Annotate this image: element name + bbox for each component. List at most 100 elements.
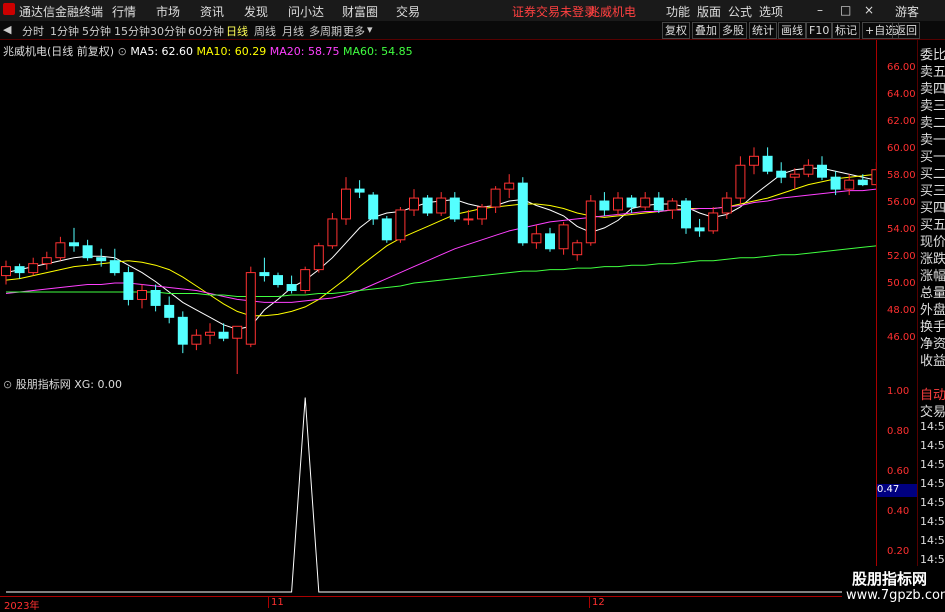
candle-body (776, 170, 787, 178)
tick-time: 14:56 (920, 477, 945, 490)
candlestick-chart[interactable]: 66.5444.81 (0, 40, 876, 374)
menu-market[interactable]: 市场 (156, 3, 180, 20)
menu-news[interactable]: 资讯 (200, 3, 224, 20)
app-logo-icon (3, 3, 15, 15)
indicator-tick: 0.80 (887, 426, 910, 437)
menu-quotes[interactable]: 行情 (112, 3, 136, 20)
draw-line-button[interactable]: 画线 (778, 22, 806, 39)
candle-body (28, 263, 39, 274)
adjust-button[interactable]: 复权 (662, 22, 690, 39)
f10-button[interactable]: F10 (806, 22, 833, 39)
tick-time: 14:56 (920, 496, 945, 509)
settings-icon[interactable]: ⊙ (3, 378, 12, 391)
maximize-icon[interactable]: □ (840, 3, 851, 17)
period-tab-weekly[interactable]: 周线 (254, 23, 276, 39)
menu-discover[interactable]: 发现 (244, 3, 268, 20)
menu-formula[interactable]: 公式 (728, 3, 752, 20)
indicator-chart[interactable] (0, 374, 876, 596)
tick-time: 14:56 (920, 420, 945, 433)
candle-body (830, 176, 841, 190)
trade-tab[interactable]: 交易 (920, 401, 945, 420)
candle-body (82, 245, 93, 259)
period-tab-15min[interactable]: 15分钟 (114, 23, 150, 39)
candle-body (218, 331, 229, 339)
indicator-name: 股朋指标网 (15, 378, 71, 391)
price-tick: 48.00 (887, 305, 916, 316)
price-tick: 56.00 (887, 197, 916, 208)
period-tab-60min[interactable]: 60分钟 (188, 23, 224, 39)
candle-body (531, 233, 542, 244)
multi-stock-button[interactable]: 多股 (719, 22, 747, 39)
settings-icon[interactable]: ⊙ (118, 45, 127, 58)
candle-body (191, 334, 202, 345)
menu-function[interactable]: 功能 (666, 3, 690, 20)
period-tab-monthly[interactable]: 月线 (282, 23, 304, 39)
quote-label: 收益 (920, 354, 945, 369)
candle-body (477, 206, 487, 220)
menu-assistant[interactable]: 问小达 (288, 3, 324, 20)
candle-body (368, 194, 379, 220)
candle-body (14, 266, 25, 274)
menu-layout[interactable]: 版面 (697, 3, 721, 20)
candle-body (123, 272, 134, 300)
period-tab-1min[interactable]: 1分钟 (50, 23, 79, 39)
chevron-left-icon[interactable]: ◀ (3, 23, 11, 36)
period-tab-multi[interactable]: 多周期 (309, 23, 342, 39)
candle-body (422, 197, 433, 214)
indicator-current-value: 0.47 (877, 484, 917, 497)
ma60-label: MA60: 54.85 (342, 45, 413, 58)
period-tab-more[interactable]: 更多 (343, 23, 365, 39)
candle-body (300, 269, 311, 291)
candle-body (449, 197, 460, 220)
ma60-line (6, 245, 876, 297)
menu-options[interactable]: 选项 (759, 3, 783, 20)
ma10-label: MA10: 60.29 (196, 45, 267, 58)
minimize-icon[interactable]: – (817, 3, 823, 17)
chevron-down-icon[interactable]: ▾ (367, 23, 373, 36)
ma10-line (5, 173, 876, 317)
candle-body (681, 200, 691, 229)
candle-body (41, 257, 52, 265)
candle-body (245, 272, 256, 345)
current-stock-label: 兆威机电 (588, 5, 637, 19)
candle-body (150, 290, 161, 306)
period-tab-30min[interactable]: 30分钟 (150, 23, 186, 39)
candle-body (721, 197, 732, 214)
overlay-button[interactable]: 叠加 (692, 22, 720, 39)
period-tab-daily[interactable]: 日线 (226, 23, 248, 39)
candle-body (585, 200, 596, 244)
indicator-xg-value: XG: 0.00 (74, 378, 122, 391)
candle-body (694, 227, 705, 232)
ma5-line (5, 167, 876, 330)
candle-body (653, 197, 664, 211)
login-notice[interactable]: 证券交易未登录 (512, 3, 596, 20)
candle-body (626, 197, 637, 208)
price-tick: 52.00 (887, 251, 916, 262)
price-tick: 58.00 (887, 170, 916, 181)
close-icon[interactable]: × (864, 3, 874, 17)
candle-body (259, 272, 270, 277)
indicator-tick: 0.40 (887, 506, 910, 517)
period-tab-intraday[interactable]: 分时 (22, 23, 44, 39)
indicator-axis: 1.00 0.80 0.60 0.40 0.20 0.47 (876, 374, 918, 596)
indicator-header: ⊙ 股朋指标网 XG: 0.00 (3, 376, 122, 392)
tick-time: 14:56 (920, 458, 945, 471)
guest-label[interactable]: 游客 (895, 3, 919, 20)
back-button[interactable]: 返回 (892, 22, 920, 39)
chart-title: 兆威机电(日线 前复权) (3, 45, 115, 58)
candle-body (558, 224, 569, 250)
candle-body (327, 218, 338, 247)
period-tab-5min[interactable]: 5分钟 (82, 23, 111, 39)
mark-button[interactable]: 标记 (832, 22, 860, 39)
candle-body (762, 155, 773, 172)
menu-wealth-circle[interactable]: 财富圈 (342, 3, 378, 20)
candle-body (504, 182, 515, 190)
chart-header: 兆威机电(日线 前复权) ⊙ MA5: 62.60 MA10: 60.29 MA… (3, 43, 413, 59)
candle-body (735, 164, 746, 199)
statistics-button[interactable]: 统计 (749, 22, 777, 39)
indicator-tick: 1.00 (887, 386, 910, 397)
candle-body (232, 325, 243, 339)
candle-body (205, 331, 215, 336)
menu-trade[interactable]: 交易 (396, 3, 420, 20)
date-label: 12 (589, 597, 605, 608)
